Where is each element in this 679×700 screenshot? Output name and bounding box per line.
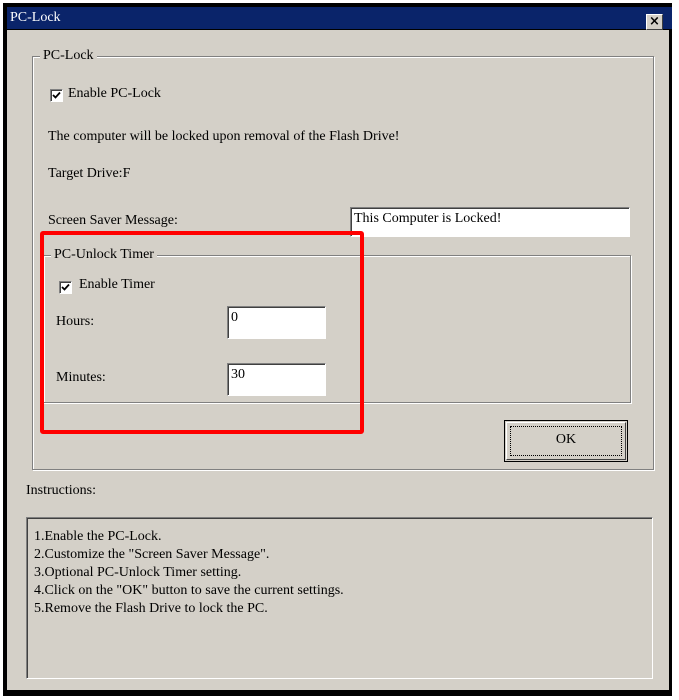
instruction-line: 3.Optional PC-Unlock Timer setting. [34, 565, 242, 580]
hours-input[interactable]: 0 [227, 306, 326, 339]
minutes-label: Minutes: [56, 370, 106, 385]
enable-timer-label[interactable]: Enable Timer [79, 277, 155, 293]
enable-pclock-checkbox[interactable] [50, 89, 63, 102]
checkmark-icon [52, 91, 61, 99]
close-button[interactable]: × [646, 14, 663, 30]
instruction-line: 5.Remove the Flash Drive to lock the PC. [34, 601, 268, 616]
screen-saver-message-input[interactable]: This Computer is Locked! [350, 207, 630, 237]
pclock-group-legend: PC-Lock [40, 47, 97, 65]
window-title: PC-Lock [10, 10, 61, 25]
enable-pclock-label[interactable]: Enable PC-Lock [68, 86, 161, 102]
unlock-timer-group-legend: PC-Unlock Timer [51, 246, 157, 264]
screen-saver-label: Screen Saver Message: [48, 213, 178, 228]
lock-info-text: The computer will be locked upon removal… [48, 129, 400, 144]
minutes-input[interactable]: 30 [227, 363, 326, 396]
enable-timer-checkbox[interactable] [59, 281, 72, 294]
hours-label: Hours: [56, 314, 95, 329]
instruction-line: 2.Customize the "Screen Saver Message". [34, 547, 270, 562]
dialog-client-area: PC-Lock Enable PC-Lock The computer will… [7, 30, 669, 690]
instructions-panel: 1.Enable the PC-Lock. 2.Customize the "S… [26, 517, 653, 679]
ok-button-label: OK [555, 432, 577, 447]
instructions-label: Instructions: [26, 483, 96, 498]
title-bar[interactable]: PC-Lock [7, 7, 672, 29]
checkmark-icon [61, 283, 70, 291]
target-drive-text: Target Drive:F [48, 166, 131, 181]
instruction-line: 4.Click on the "OK" button to save the c… [34, 583, 344, 598]
ok-button[interactable]: OK [504, 420, 628, 462]
close-icon: × [649, 14, 660, 29]
instruction-line: 1.Enable the PC-Lock. [34, 529, 162, 544]
